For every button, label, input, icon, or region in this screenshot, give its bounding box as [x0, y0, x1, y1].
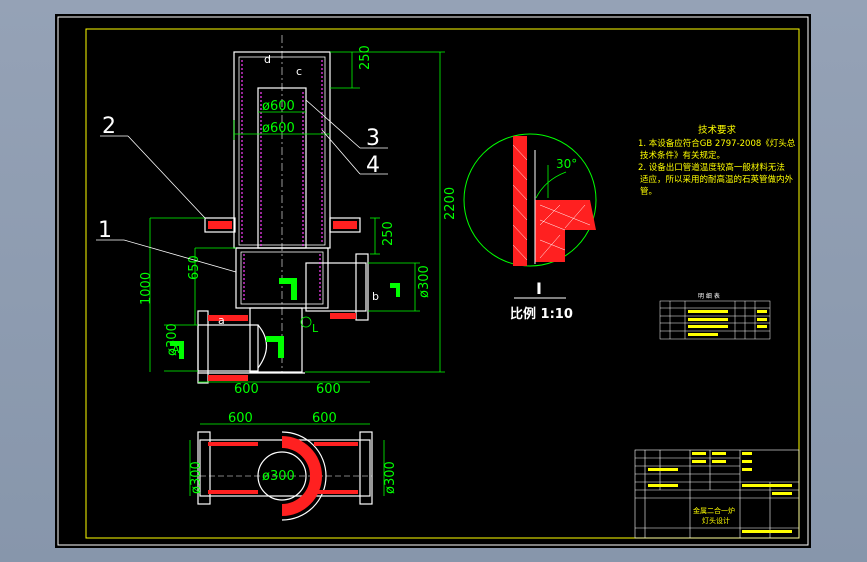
dim-width-600-left: 600 — [234, 382, 259, 397]
dim-top-250: 250 — [358, 45, 373, 70]
label-A: A — [172, 343, 180, 356]
tech-notes: 技术要求 1. 本设备应符合GB 2797-2008《灯头总 技术条件》有关规定… — [638, 124, 796, 197]
detail-roman: I — [536, 279, 542, 298]
drawing-sheet: 250 ø600 ø600 2200 250 1000 650 ø300 ø30… — [55, 14, 811, 548]
plan-dim-dia-300-right: ø300 — [383, 461, 398, 494]
title-block: 金属二合一炉 灯头设计 — [634, 449, 800, 539]
label-L: L — [312, 322, 319, 335]
label-a: a — [218, 314, 225, 327]
title-block-part: 灯头设计 — [702, 516, 730, 525]
label-c: c — [296, 65, 302, 78]
dimension-lines — [149, 51, 445, 383]
plan-dim-600-left: 600 — [228, 411, 253, 426]
drawing-canvas: 250 ø600 ø600 2200 250 1000 650 ø300 ø30… — [57, 16, 809, 546]
dim-total-2200: 2200 — [443, 187, 458, 220]
part-number-3: 3 — [366, 126, 380, 151]
dim-flange-250: 250 — [381, 221, 396, 246]
parts-table: 明 细 表 — [659, 292, 771, 340]
plan-dim-dia-300-center: ø300 — [262, 469, 295, 484]
tech-note-line-4: 适应，所以采用的耐高温的石英管做内外 — [640, 174, 794, 185]
plan-dimension-lines — [189, 423, 385, 496]
part-number-4: 4 — [366, 153, 380, 178]
title-block-product: 金属二合一炉 — [693, 506, 735, 515]
detail-angle: 30° — [556, 157, 577, 171]
dim-width-600-right: 600 — [316, 382, 341, 397]
dimension-texts: 250 ø600 ø600 2200 250 1000 650 ø300 ø30… — [139, 45, 458, 397]
dim-dia-600-inner: ø600 — [262, 99, 295, 114]
plan-dimension-texts: 600 600 ø300 ø300 ø300 — [189, 411, 398, 494]
part-number-1: 1 — [98, 218, 112, 243]
dim-height-1000: 1000 — [139, 272, 154, 305]
detail-scale: 比例 1:10 — [510, 306, 573, 322]
label-d: d — [264, 53, 271, 66]
elevation-view — [197, 35, 369, 384]
tech-notes-title: 技术要求 — [698, 124, 737, 136]
label-b: b — [372, 290, 379, 303]
part-number-2: 2 — [102, 114, 116, 139]
tech-note-line-3: 2. 设备出口管道温度较高一般材料无法 — [638, 162, 785, 173]
cad-viewport[interactable]: 250 ø600 ø600 2200 250 1000 650 ø300 ø30… — [0, 0, 867, 562]
parts-table-title: 明 细 表 — [698, 292, 720, 300]
plan-dim-600-right: 600 — [312, 411, 337, 426]
plan-dim-dia-300-left: ø300 — [189, 461, 204, 494]
tech-note-line-1: 1. 本设备应符合GB 2797-2008《灯头总 — [638, 138, 796, 149]
tech-note-line-5: 管。 — [640, 186, 657, 197]
dim-dia-600-outer: ø600 — [262, 121, 295, 136]
tech-note-line-2: 技术条件》有关规定。 — [640, 150, 725, 161]
dim-dia-300-right: ø300 — [417, 265, 432, 298]
detail-view: 30° I 比例 1:10 — [463, 133, 597, 322]
